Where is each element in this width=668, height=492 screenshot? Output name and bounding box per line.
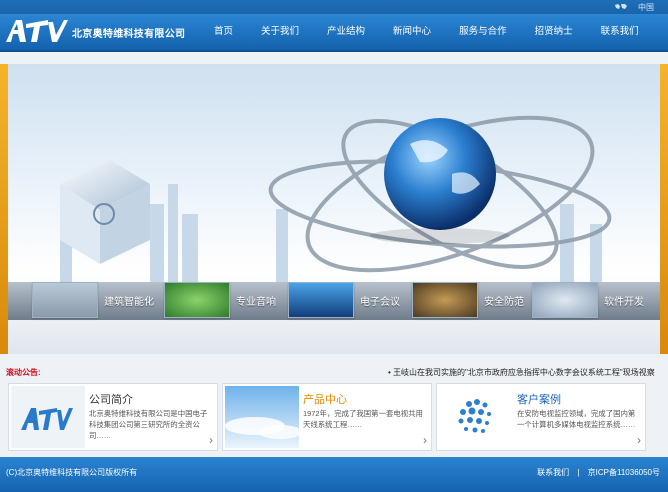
footer: (C)北京奥特维科技有限公司版权所有 联系我们 | 京ICP备11036050号 <box>0 457 668 492</box>
atv-card-logo <box>11 386 85 448</box>
card-about[interactable]: 公司简介 北京奥特维科技有限公司是中国电子科技集团公司第三研究所的全资公司…… … <box>8 383 218 451</box>
copyright-text: (C)北京奥特维科技有限公司版权所有 <box>6 468 138 477</box>
category-building-automation[interactable]: 建筑智能化 <box>32 278 154 322</box>
category-conference[interactable]: 电子会议 <box>288 278 400 322</box>
category-software[interactable]: 软件开发 <box>532 278 644 322</box>
nav-services[interactable]: 服务与合作 <box>449 14 517 50</box>
card-description: 北京奥特维科技有限公司是中国电子科技集团公司第三研究所的全资公司…… <box>89 409 208 440</box>
category-strip: 建筑智能化 专业音响 电子会议 安全防范 软件开发 <box>8 278 660 322</box>
footer-separator: | <box>577 468 580 477</box>
category-label: 安全防范 <box>484 296 524 308</box>
announcement-bar: 滚动公告: • 王岐山在我司实施的"北京市政府应急指挥中心数字会议系统工程"现场… <box>0 364 668 380</box>
card-title: 公司简介 <box>89 394 133 406</box>
region-link[interactable]: 中国 <box>638 2 654 13</box>
category-label: 专业音响 <box>236 296 276 308</box>
announcement-label: 滚动公告: <box>6 368 41 377</box>
nav-contact[interactable]: 联系我们 <box>591 14 649 50</box>
chevron-right-icon[interactable]: › <box>423 434 427 446</box>
sky-card-image <box>225 386 299 448</box>
nav-news[interactable]: 新闻中心 <box>383 14 441 50</box>
company-name: 北京奥特维科技有限公司 <box>72 29 186 40</box>
category-thumb-conference <box>288 282 354 318</box>
chevron-right-icon[interactable]: › <box>209 434 213 446</box>
chevron-right-icon[interactable]: › <box>637 434 641 446</box>
left-edge-decoration <box>0 64 8 354</box>
main-nav: 首页 关于我们 产业结构 新闻中心 服务与合作 招贤纳士 联系我们 <box>200 14 657 50</box>
card-description: 1972年，完成了我国第一套电视共用天线系统工程…… <box>303 409 423 429</box>
header: 北京奥特维科技有限公司 首页 关于我们 产业结构 新闻中心 服务与合作 招贤纳士… <box>0 14 668 52</box>
right-edge-decoration <box>660 64 668 354</box>
icp-number[interactable]: 京ICP备11036050号 <box>588 468 660 477</box>
category-thumb-security <box>412 282 478 318</box>
category-thumb-software <box>532 282 598 318</box>
atv-logo[interactable] <box>4 18 68 44</box>
footer-contact-link[interactable]: 联系我们 <box>537 468 569 477</box>
top-bar: 中国 <box>0 0 668 14</box>
card-title: 客户案例 <box>517 394 561 406</box>
category-thumb-audio <box>164 282 230 318</box>
category-label: 建筑智能化 <box>104 296 154 308</box>
nav-industry[interactable]: 产业结构 <box>317 14 375 50</box>
nav-careers[interactable]: 招贤纳士 <box>525 14 583 50</box>
category-security[interactable]: 安全防范 <box>412 278 524 322</box>
nav-home[interactable]: 首页 <box>204 14 243 50</box>
card-products[interactable]: 产品中心 1972年，完成了我国第一套电视共用天线系统工程…… › <box>222 383 432 451</box>
category-label: 软件开发 <box>604 296 644 308</box>
category-pro-audio[interactable]: 专业音响 <box>164 278 276 322</box>
category-thumb-building <box>32 282 98 318</box>
card-title: 产品中心 <box>303 394 347 406</box>
dot-sphere-card-image <box>439 386 513 448</box>
announcement-message[interactable]: • 王岐山在我司实施的"北京市政府应急指挥中心数字会议系统工程"现场视察 <box>388 367 655 378</box>
world-map-icon[interactable] <box>614 3 628 11</box>
footer-right: 联系我们 | 京ICP备11036050号 <box>537 467 660 478</box>
nav-about[interactable]: 关于我们 <box>251 14 309 50</box>
category-label: 电子会议 <box>360 296 400 308</box>
card-cases[interactable]: 客户案例 在安防电视监控领域，完成了国内第一个计算机多媒体电视监控系统…… › <box>436 383 646 451</box>
card-description: 在安防电视监控领域，完成了国内第一个计算机多媒体电视监控系统…… <box>517 409 636 429</box>
